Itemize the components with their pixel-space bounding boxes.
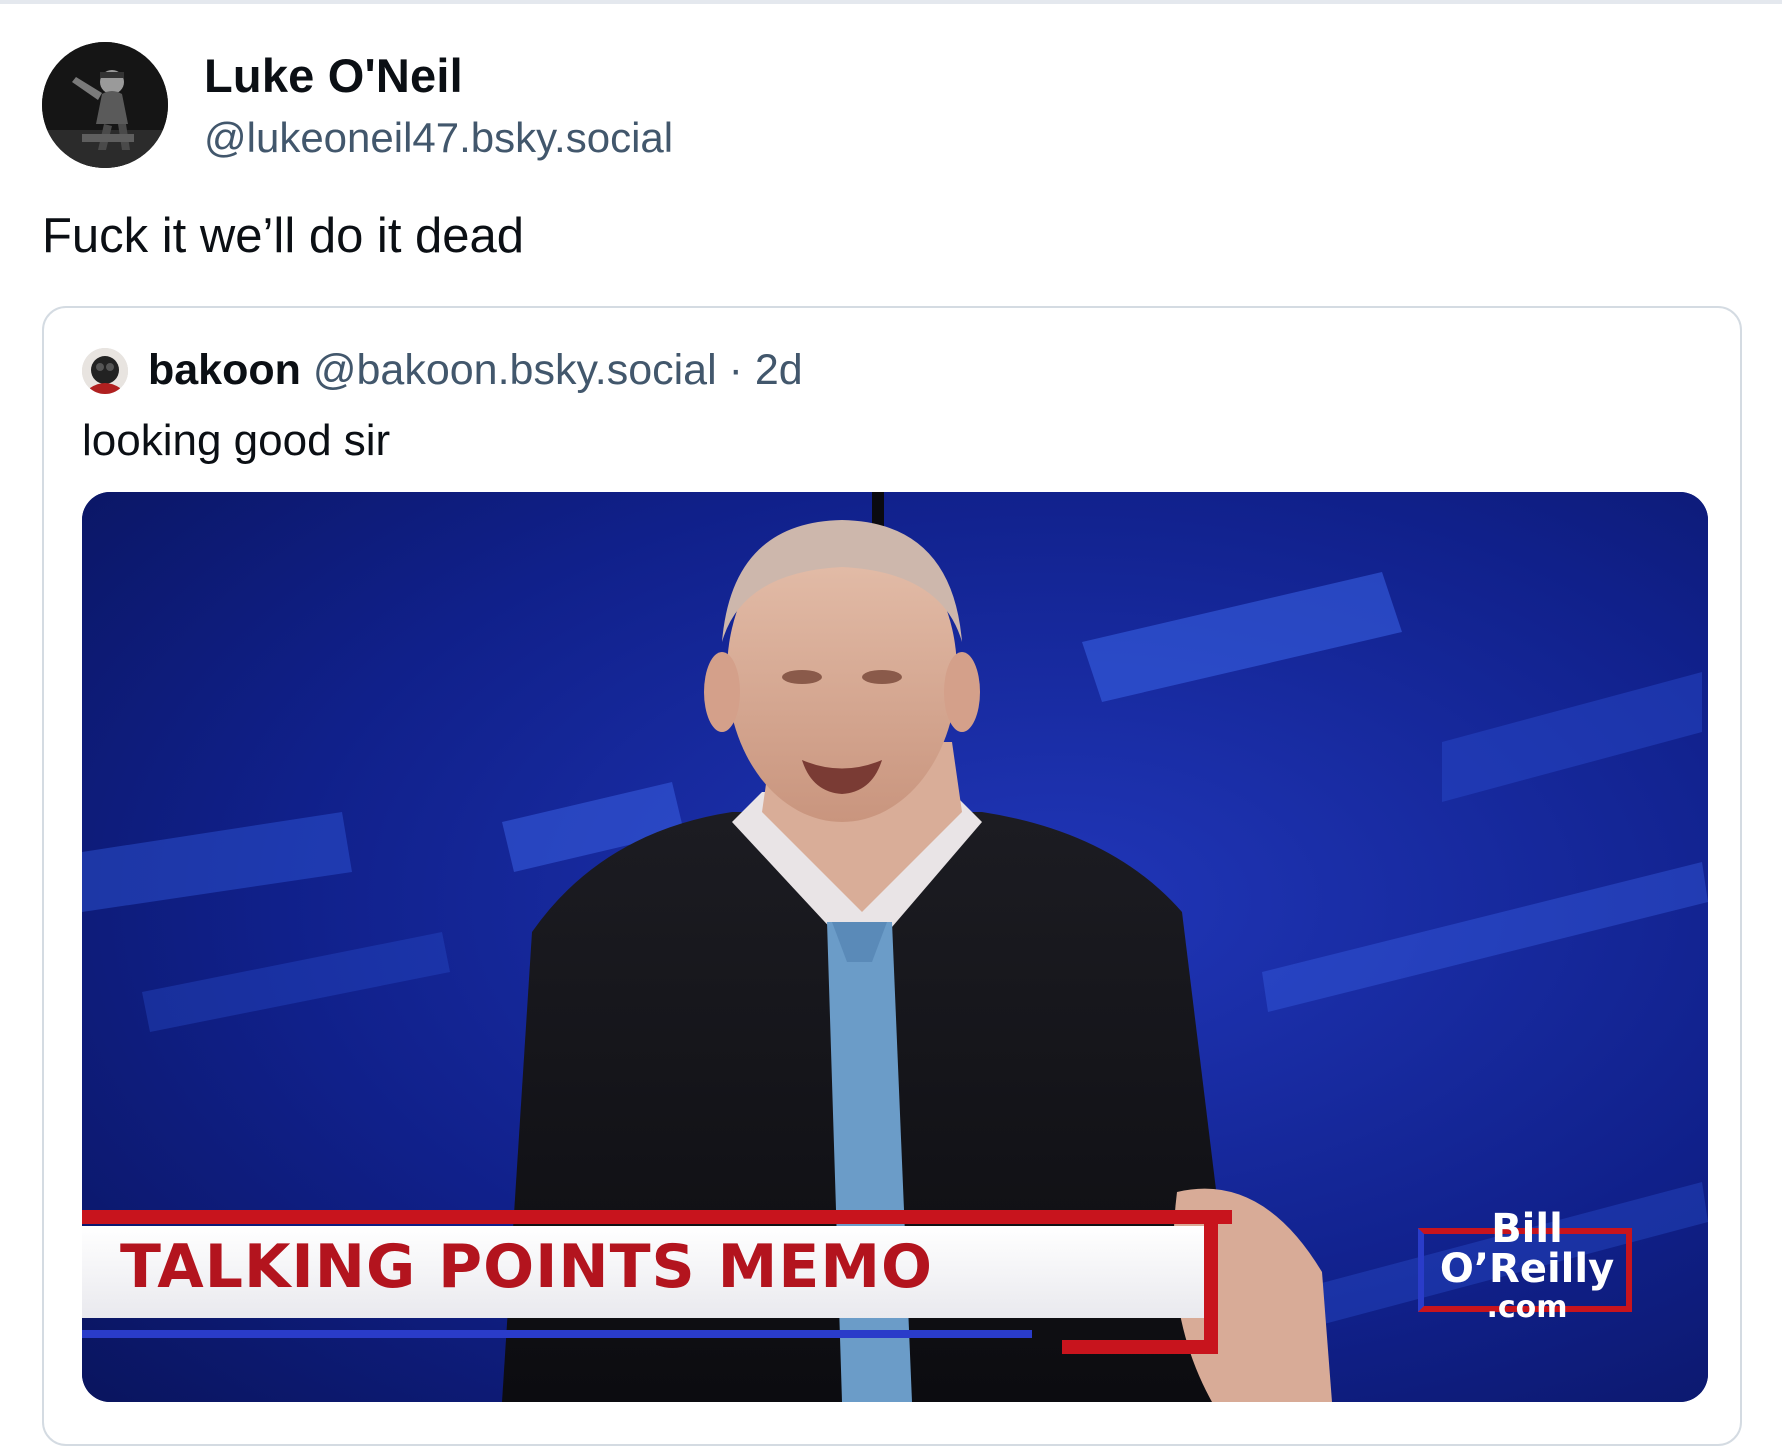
quoted-post-card[interactable]: bakoon @bakoon.bsky.social · 2d looking … (42, 306, 1742, 1446)
quoted-post-age[interactable]: 2d (755, 346, 803, 394)
quoted-post-video-thumbnail[interactable]: TALKING POINTS MEMO Bill O’Reilly .com (82, 492, 1708, 1402)
post: Luke O'Neil @lukeoneil47.bsky.social Fuc… (0, 0, 1782, 1446)
banner-red-side-bar (1204, 1210, 1218, 1350)
author-handle[interactable]: @lukeoneil47.bsky.social (204, 114, 673, 162)
logo-text-line2: O’Reilly (1439, 1246, 1615, 1292)
lower-third-title: TALKING POINTS MEMO (120, 1232, 934, 1302)
post-text: Fuck it we’ll do it dead (42, 209, 525, 263)
meta-separator: · (716, 346, 755, 394)
quoted-post-text: looking good sir (82, 416, 391, 465)
quoted-author-avatar[interactable] (82, 348, 128, 394)
banner-blue-bar (82, 1330, 1032, 1338)
logo-text-line3: .com (1486, 1290, 1568, 1325)
lower-third-banner: TALKING POINTS MEMO (82, 1204, 1232, 1354)
banner-red-bottom-bar (1062, 1340, 1218, 1354)
quoted-author-handle[interactable]: @bakoon.bsky.social (313, 346, 717, 394)
quoted-post-header: bakoon @bakoon.bsky.social · 2d (148, 346, 803, 395)
author-display-name[interactable]: Luke O'Neil (204, 48, 463, 103)
author-avatar[interactable] (42, 42, 168, 168)
network-logo: Bill O’Reilly .com (1412, 1206, 1642, 1326)
banner-red-top-bar (82, 1210, 1232, 1224)
quoted-author-name[interactable]: bakoon (148, 346, 301, 394)
